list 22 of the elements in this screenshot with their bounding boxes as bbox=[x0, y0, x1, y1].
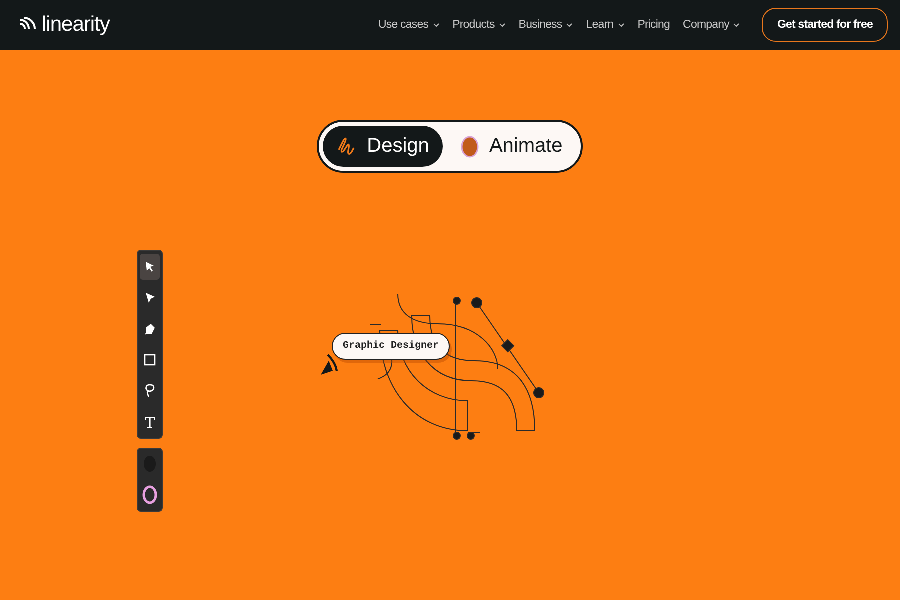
rectangle-icon bbox=[144, 354, 156, 366]
mode-tab[interactable]: Animate bbox=[447, 126, 577, 167]
mode-tab[interactable]: Design bbox=[323, 126, 444, 167]
arrow-pointer-icon bbox=[144, 292, 156, 304]
nav-link[interactable]: Company bbox=[683, 19, 740, 31]
nav-link[interactable]: Products bbox=[452, 19, 506, 31]
logo-text[interactable]: linearity bbox=[42, 13, 110, 37]
nav-link[interactable]: Business bbox=[518, 19, 574, 31]
get-started-button[interactable]: Get started for free bbox=[762, 8, 888, 42]
tool-button[interactable] bbox=[140, 254, 160, 280]
arrow-pointer-icon bbox=[144, 261, 156, 273]
stroke-swatch-icon[interactable] bbox=[142, 485, 158, 505]
circle-icon bbox=[461, 136, 480, 158]
designer-label: Graphic Designer bbox=[332, 333, 450, 360]
nav-link[interactable]: Pricing bbox=[638, 19, 670, 31]
nav-link[interactable]: Learn bbox=[586, 19, 625, 31]
pen-icon bbox=[144, 322, 156, 336]
nav-link[interactable]: Use cases bbox=[378, 19, 440, 31]
squiggle-icon bbox=[337, 136, 358, 158]
cursor-icon bbox=[319, 351, 339, 377]
lasso-icon bbox=[144, 384, 156, 398]
text-tool-icon bbox=[144, 416, 156, 428]
